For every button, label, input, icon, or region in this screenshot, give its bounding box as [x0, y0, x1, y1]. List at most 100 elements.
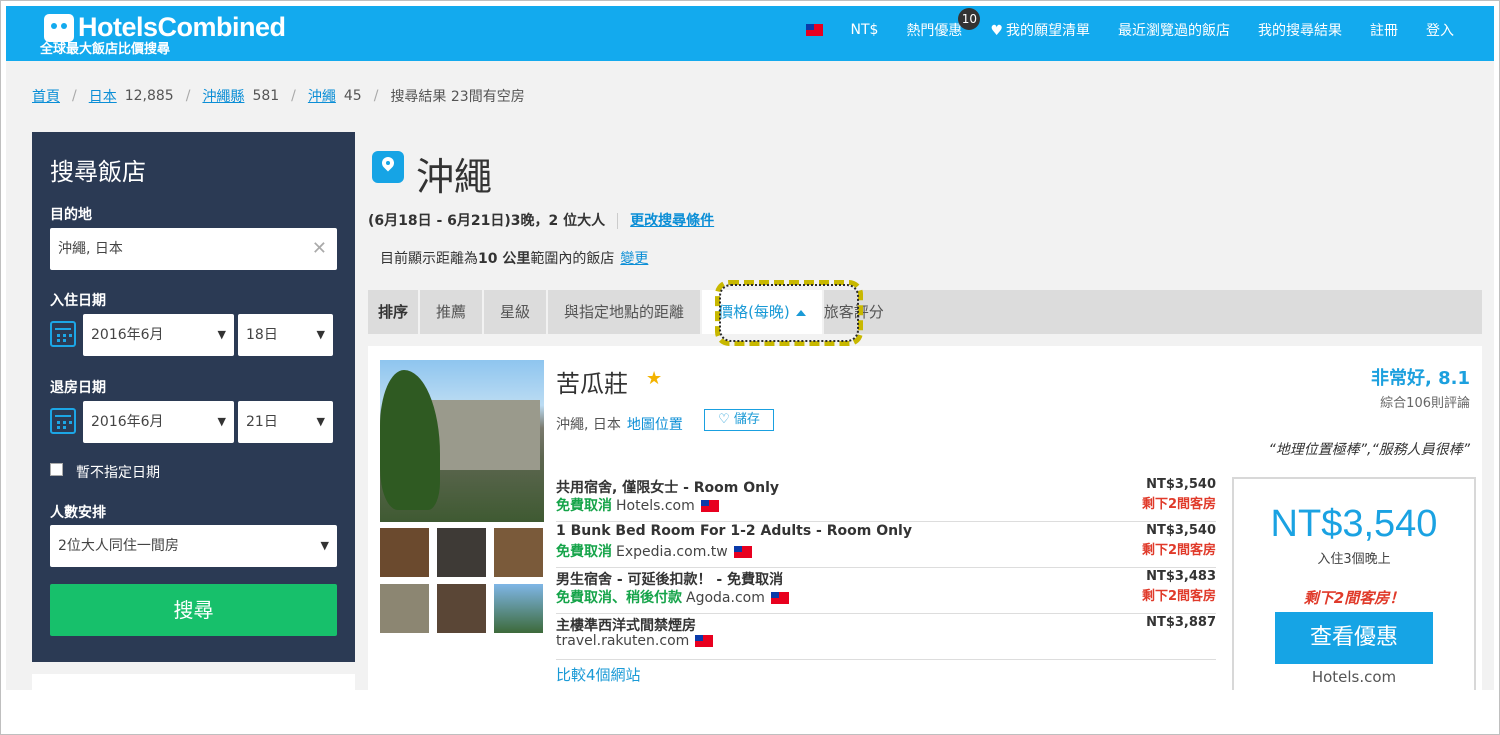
hotel-location: 沖繩, 日本 地圖位置: [556, 414, 683, 434]
flag-icon: [770, 592, 789, 604]
nav-my-searches[interactable]: 我的搜尋結果: [1244, 20, 1356, 40]
breadcrumb-city-count: 45: [343, 88, 362, 104]
best-price: NT$3,540: [1270, 503, 1438, 545]
deal-row[interactable]: 1 Bunk Bed Room For 1-2 Adults - Room On…: [556, 522, 1216, 568]
distance-value: 10 公里: [478, 251, 531, 267]
map-link[interactable]: 地圖位置: [627, 417, 683, 433]
checkout-day-value: 21日: [246, 414, 278, 430]
nav-menu: NT$ 熱門優惠 10 ♥ 我的願望清單 最近瀏覽過的飯店 我的搜尋結果 註冊 登…: [792, 6, 1469, 54]
checkin-month-value: 2016年6月: [91, 327, 164, 343]
hotel-thumbnail[interactable]: [380, 584, 429, 633]
guests-select[interactable]: 2位大人同住一間房 ▼: [50, 525, 337, 567]
checkout-month-value: 2016年6月: [91, 414, 164, 430]
free-cancel: 免費取消: [556, 544, 612, 560]
hotel-thumbnail[interactable]: [437, 584, 486, 633]
checkout-month-select[interactable]: 2016年6月 ▼: [83, 401, 234, 443]
calendar-icon[interactable]: [50, 321, 76, 347]
hotel-thumbnail[interactable]: [494, 584, 543, 633]
no-date-checkbox[interactable]: [50, 463, 63, 476]
deal-row[interactable]: 共用宿舍, 僅限女士 - Room Only 免費取消 Hotels.com NT…: [556, 476, 1216, 522]
breadcrumb-home[interactable]: 首頁: [32, 86, 60, 106]
checkin-month-select[interactable]: 2016年6月 ▼: [83, 314, 234, 356]
divider: [617, 213, 619, 229]
deal-source: 免費取消 Expedia.com.tw: [556, 541, 752, 561]
checkin-day-value: 18日: [246, 327, 278, 343]
top-navbar: HotelsCombined 全球最大飯店比價搜尋 NT$ 熱門優惠 10 ♥ 我…: [6, 6, 1494, 61]
checkin-label: 入住日期: [50, 293, 106, 309]
hotel-thumbnail[interactable]: [437, 528, 486, 577]
nav-register[interactable]: 註冊: [1356, 20, 1412, 40]
deal-source: travel.rakuten.com: [556, 633, 714, 649]
page: HotelsCombined 全球最大飯店比價搜尋 NT$ 熱門優惠 10 ♥ 我…: [6, 6, 1494, 690]
sort-bar: 排序 推薦 星級 與指定地點的距離 價格(每晚) 旅客評分: [368, 290, 1482, 334]
checkout-label: 退房日期: [50, 380, 106, 396]
chevron-down-icon: ▼: [316, 415, 325, 428]
save-button[interactable]: ♡ 儲存: [704, 409, 774, 431]
star-icon: ★: [646, 368, 663, 389]
compare-sites-link[interactable]: 比較4個網站: [556, 664, 641, 685]
deal-site: Hotels.com: [616, 498, 695, 514]
checkin-day-select[interactable]: 18日 ▼: [238, 314, 333, 356]
hotel-thumbnail[interactable]: [494, 528, 543, 577]
chevron-down-icon: ▼: [316, 328, 325, 341]
flag-icon: [695, 635, 714, 647]
annotation-highlight: [715, 280, 863, 346]
photo-building: [430, 400, 540, 470]
breadcrumb-city[interactable]: 沖繩: [308, 86, 336, 106]
nav-recently-viewed[interactable]: 最近瀏覽過的飯店: [1104, 20, 1244, 40]
search-summary: (6月18日 - 6月21日)3晚，2 位大人 更改搜尋條件: [368, 210, 714, 230]
no-date-label: 暫不指定日期: [76, 465, 160, 481]
checkout-day-select[interactable]: 21日 ▼: [238, 401, 333, 443]
room-type: 共用宿舍, 僅限女士 - Room Only: [556, 480, 780, 496]
destination-label: 目的地: [50, 207, 92, 223]
free-cancel: 免費取消: [556, 498, 612, 514]
deal-price: NT$3,887: [1146, 615, 1216, 630]
rooms-left: 剩下2間客房: [1141, 589, 1216, 604]
distance-note: 目前顯示距離為10 公里範圍內的飯店 變更: [380, 248, 648, 268]
chevron-down-icon: ▼: [217, 328, 226, 341]
breadcrumb-prefecture[interactable]: 沖繩縣: [202, 86, 244, 106]
best-price-box: NT$3,540 入住3個晚上 剩下2間客房！ 查看優惠 Hotels.com: [1232, 477, 1476, 690]
deal-row[interactable]: 主樓準西洋式間禁煙房 travel.rakuten.com NT$3,887: [556, 614, 1216, 660]
hotel-main-photo[interactable]: [380, 360, 544, 522]
currency-selector[interactable]: NT$: [837, 22, 893, 38]
breadcrumb-separator: /: [185, 88, 191, 104]
hotel-rating[interactable]: 非常好, 8.1 綜合106則評論: [1371, 364, 1470, 411]
change-search-link[interactable]: 更改搜尋條件: [630, 213, 714, 229]
room-type: 1 Bunk Bed Room For 1-2 Adults - Room On…: [556, 523, 912, 539]
chevron-down-icon: ▼: [320, 539, 329, 552]
nav-hot-deals[interactable]: 熱門優惠 10: [892, 8, 981, 40]
search-button[interactable]: 搜尋: [50, 584, 337, 636]
nav-wishlist[interactable]: ♥ 我的願望清單: [976, 20, 1104, 40]
room-type: 主樓準西洋式間禁煙房: [556, 618, 696, 634]
sort-stars[interactable]: 星級: [484, 290, 549, 334]
destination-input[interactable]: 沖繩, 日本 ✕: [50, 228, 337, 270]
calendar-icon[interactable]: [50, 408, 76, 434]
view-deal-button[interactable]: 查看優惠: [1275, 612, 1433, 664]
search-sidebar: 搜尋飯店 目的地 沖繩, 日本 ✕ 入住日期 2016年6月 ▼ 18日 ▼ 退房日…: [32, 132, 355, 662]
sort-distance[interactable]: 與指定地點的距離: [548, 290, 703, 334]
nav-hot-deals-label: 熱門優惠: [906, 23, 963, 39]
clear-icon[interactable]: ✕: [312, 228, 327, 270]
chevron-down-icon: ▼: [217, 415, 226, 428]
deal-price: NT$3,540: [1146, 523, 1216, 538]
rooms-left: 剩下2間客房: [1141, 543, 1216, 558]
country-flag-icon[interactable]: [792, 22, 837, 38]
breadcrumb-japan[interactable]: 日本: [89, 86, 117, 106]
hotel-thumbnail[interactable]: [380, 528, 429, 577]
nav-login[interactable]: 登入: [1412, 20, 1468, 40]
deal-row[interactable]: 男生宿舍 - 可延後扣款！ - 免費取消 免費取消、稍後付款 Agoda.com …: [556, 568, 1216, 614]
hotel-name[interactable]: 苦瓜莊: [556, 364, 628, 399]
save-label: 儲存: [733, 412, 760, 427]
rating-score: 非常好, 8.1: [1371, 368, 1470, 389]
review-count: 綜合106則評論: [1380, 396, 1470, 411]
breadcrumb: 首頁 / 日本 12,885 / 沖繩縣 581 / 沖繩 45 / 搜尋結果 …: [32, 86, 525, 106]
free-cancel: 免費取消、稍後付款: [556, 590, 682, 606]
deal-source: 免費取消 Hotels.com: [556, 495, 719, 515]
min-stay: 入住3個晚上: [1317, 552, 1391, 567]
distance-change-link[interactable]: 變更: [620, 251, 648, 267]
flag-icon: [733, 546, 752, 558]
date-range: (6月18日 - 6月21日)3晚，2 位大人: [368, 213, 606, 229]
deal-site: Agoda.com: [686, 590, 765, 606]
sort-recommended[interactable]: 推薦: [420, 290, 485, 334]
